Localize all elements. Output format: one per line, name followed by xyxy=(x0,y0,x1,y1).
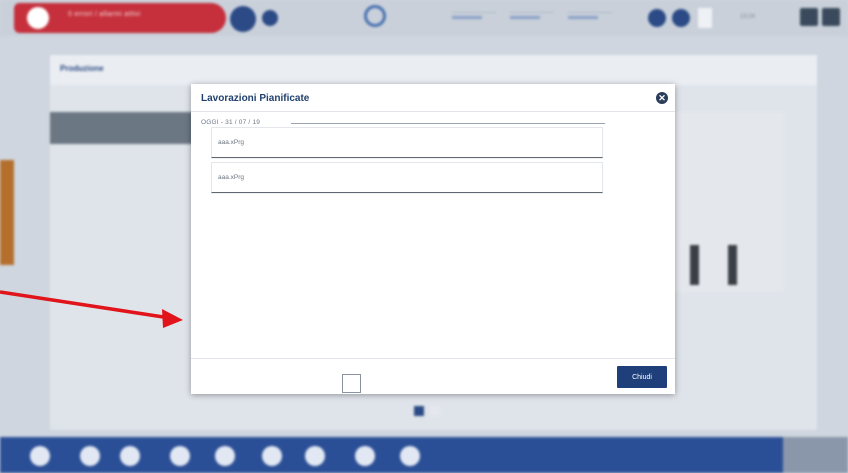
help-icon[interactable] xyxy=(648,9,666,27)
window-icon[interactable] xyxy=(822,8,840,26)
chevron-down-icon[interactable] xyxy=(262,10,278,26)
checkbox[interactable] xyxy=(342,374,361,393)
section-label: OGGI - 31 / 07 / 19 xyxy=(201,119,261,126)
toolbar-slot xyxy=(698,8,712,28)
alert-icon xyxy=(24,4,52,32)
divider xyxy=(291,123,605,124)
nav-icon[interactable] xyxy=(400,446,420,466)
nav-icon[interactable] xyxy=(355,446,375,466)
table-header xyxy=(50,112,195,144)
nav-icon[interactable] xyxy=(170,446,190,466)
side-image xyxy=(0,160,14,265)
nav-icon[interactable] xyxy=(80,446,100,466)
modal-header: Lavorazioni Pianificate ✕ xyxy=(191,84,675,112)
list-item-label: aaa.xPrg xyxy=(218,139,245,146)
indicator xyxy=(452,12,496,24)
alarm-text: 0 errori / allarmi attivi xyxy=(68,11,141,18)
panel-header xyxy=(50,55,817,85)
nav-icon[interactable] xyxy=(305,446,325,466)
indicator xyxy=(510,12,554,24)
machine-part xyxy=(728,245,737,285)
modal-footer xyxy=(191,358,675,394)
clock: 13:24 xyxy=(740,14,756,20)
list-item-label: aaa.xPrg xyxy=(218,174,245,181)
list-item[interactable]: aaa.xPrg xyxy=(211,162,603,193)
panel-title: Produzione xyxy=(60,64,104,73)
nav-icon[interactable] xyxy=(120,446,140,466)
nav-icon[interactable] xyxy=(262,446,282,466)
page-dot[interactable] xyxy=(430,406,440,416)
list-item[interactable]: aaa.xPrg xyxy=(211,127,603,158)
nav-icon[interactable] xyxy=(30,446,50,466)
planned-jobs-modal: Lavorazioni Pianificate ✕ OGGI - 31 / 07… xyxy=(191,84,675,394)
nav-end xyxy=(783,437,848,473)
page-dot-active[interactable] xyxy=(414,406,424,416)
status-icon[interactable] xyxy=(364,5,386,27)
mode-button[interactable] xyxy=(230,6,256,32)
nav-icon[interactable] xyxy=(215,446,235,466)
minimize-icon[interactable] xyxy=(800,8,818,26)
settings-icon[interactable] xyxy=(672,9,690,27)
close-icon[interactable]: ✕ xyxy=(656,92,668,104)
indicator xyxy=(568,12,612,24)
machine-part xyxy=(690,245,699,285)
modal-title: Lavorazioni Pianificate xyxy=(201,93,310,104)
close-button[interactable]: Chiudi xyxy=(617,366,667,388)
